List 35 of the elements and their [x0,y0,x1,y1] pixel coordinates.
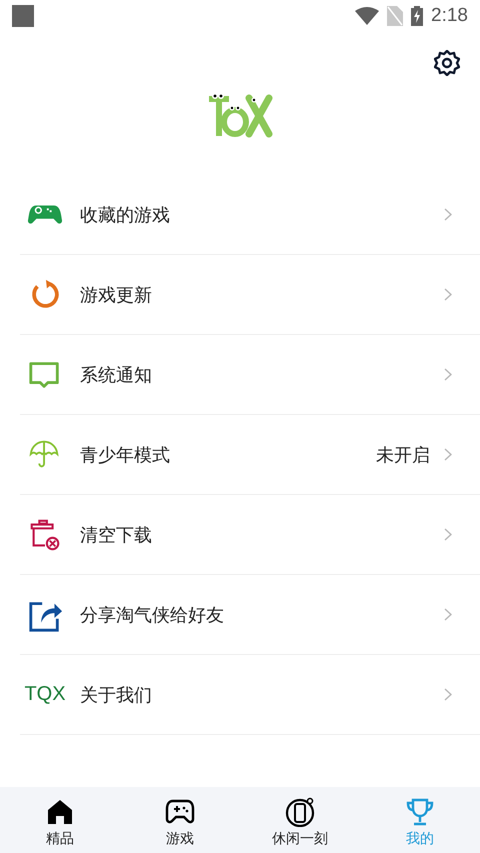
menu-label: 游戏更新 [80,284,153,306]
menu-item[interactable]: 收藏的游戏 [20,175,480,255]
chevron-right-icon [444,368,452,381]
menu-item[interactable]: TQX 关于我们 [20,655,480,735]
logo-text: TQX [24,683,66,706]
chevron-right-icon [444,208,452,221]
no-sim-icon [387,6,404,26]
home-icon [45,797,75,827]
chevron-right-icon [444,448,452,461]
menu-label: 清空下载 [80,524,153,546]
chevron-right-icon [444,528,452,541]
menu-label: 收藏的游戏 [80,204,171,226]
chevron-right-icon [444,288,452,301]
nav-tab[interactable]: 游戏 [159,787,201,853]
clock-time: 2:18 [431,5,468,27]
menu-label: 分享淘气侠给好友 [80,604,225,626]
menu-item[interactable]: 清空下载 [20,495,480,575]
battery-icon [411,6,424,26]
menu-item[interactable]: 游戏更新 [20,255,480,335]
trophy-icon [405,797,435,827]
menu-label: 青少年模式 [80,444,171,466]
status-value: 未开启 [376,444,430,466]
menu-item[interactable]: 分享淘气侠给好友 [20,575,480,655]
menu-label: 系统通知 [80,364,153,386]
chevron-right-icon [444,688,452,701]
settings-icon[interactable] [434,50,460,76]
phone-icon [285,797,315,827]
nav-tab[interactable]: 精品 [39,787,81,853]
chevron-right-icon [444,608,452,621]
menu-item[interactable]: 系统通知 [20,335,480,415]
nav-tab[interactable]: 休闲一刻 [266,787,334,853]
notification-icon [12,5,34,27]
wifi-icon [355,7,380,25]
menu-item[interactable]: 青少年模式 未开启 [20,415,480,495]
menu-label: 关于我们 [80,684,153,706]
